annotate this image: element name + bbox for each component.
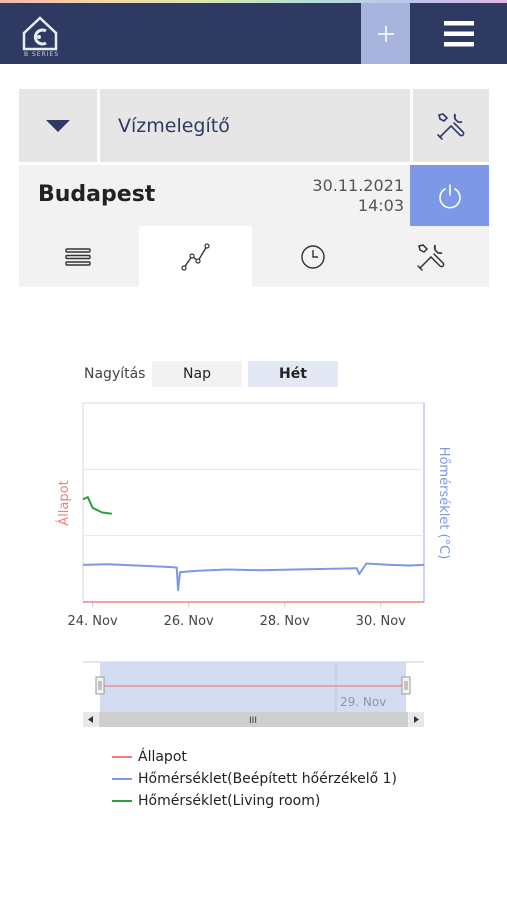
navigator-right-handle[interactable]	[401, 676, 411, 695]
legend-item-homerseklet-living[interactable]: Hőmérséklet(Living room)	[112, 790, 397, 812]
legend-label: Hőmérséklet(Living room)	[138, 793, 321, 809]
x-tick-label: 26. Nov	[164, 614, 214, 629]
x-axis-ticks: 24. Nov 26. Nov 28. Nov 30. Nov	[68, 602, 406, 629]
x-tick-label: 30. Nov	[356, 614, 406, 629]
y-left-axis-label: Állapot	[56, 480, 72, 525]
legend-label: Állapot	[138, 749, 187, 765]
y-right-axis-label: Hőmérséklet (°C)	[436, 447, 451, 560]
scroll-left-arrow[interactable]	[83, 712, 98, 727]
history-chart: 24. Nov 26. Nov 28. Nov 30. Nov Állapot Hőm…	[56, 402, 451, 727]
x-tick-label: 28. Nov	[260, 614, 310, 629]
navigator-left-handle[interactable]	[95, 676, 105, 695]
legend-item-allapot[interactable]: Állapot	[112, 746, 397, 768]
plot-area	[82, 402, 425, 603]
legend-item-homerseklet-1[interactable]: Hőmérséklet(Beépített hőérzékelő 1)	[112, 768, 397, 790]
legend-swatch	[112, 778, 132, 780]
chart-legend: Állapot Hőmérséklet(Beépített hőérzékelő…	[112, 746, 397, 812]
scroll-right-arrow[interactable]	[409, 712, 424, 727]
legend-label: Hőmérséklet(Beépített hőérzékelő 1)	[138, 771, 397, 787]
legend-swatch	[112, 800, 132, 802]
navigator-date-label: 29. Nov	[340, 695, 386, 709]
x-tick-label: 24. Nov	[68, 614, 118, 629]
scrollbar-grip: III	[249, 716, 257, 726]
legend-swatch	[112, 756, 132, 758]
